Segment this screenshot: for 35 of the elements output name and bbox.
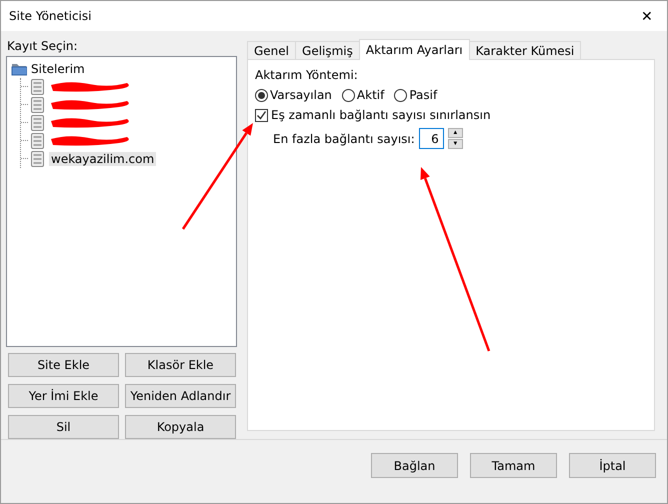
action-button[interactable]: Site Ekle: [8, 353, 119, 377]
tab[interactable]: Aktarım Ayarları: [358, 39, 470, 60]
radio-button[interactable]: [394, 88, 408, 102]
close-button[interactable]: ✕: [627, 8, 667, 24]
number-field[interactable]: 6: [418, 128, 444, 149]
dialog-button[interactable]: Tamam: [470, 453, 557, 478]
server-icon: [30, 96, 45, 113]
server-icon: [30, 78, 45, 95]
tab[interactable]: Gelişmiş: [295, 41, 360, 59]
section-label: Aktarım Yöntemi:: [255, 68, 358, 82]
tree-item[interactable]: Sitelerim: [31, 62, 85, 76]
action-button[interactable]: Kopyala: [125, 415, 236, 439]
radio-label: Aktif: [356, 88, 384, 102]
radio-button[interactable]: [342, 88, 355, 102]
radio-label: Pasif: [409, 88, 438, 102]
checkbox-label: Eş zamanlı bağlantı sayısı sınırlansın: [271, 108, 491, 122]
dialog-button[interactable]: Bağlan: [371, 453, 458, 478]
action-button[interactable]: Klasör Ekle: [125, 353, 236, 377]
tree-label: Kayıt Seçin:: [7, 39, 78, 53]
field-label: En fazla bağlantı sayısı:: [273, 132, 415, 146]
tab[interactable]: Karakter Kümesi: [468, 41, 582, 59]
dialog-button[interactable]: İptal: [569, 453, 656, 478]
folder-icon: [11, 61, 27, 76]
radio-button[interactable]: [255, 88, 268, 102]
server-icon: [30, 114, 45, 131]
server-icon: [30, 150, 45, 167]
checkbox[interactable]: [255, 108, 268, 122]
action-button[interactable]: Sil: [8, 415, 119, 439]
tab[interactable]: Genel: [247, 41, 296, 59]
window-title: Site Yöneticisi: [9, 9, 92, 23]
server-icon: [30, 132, 45, 149]
action-button[interactable]: Yeniden Adlandır: [125, 384, 236, 408]
tree-item[interactable]: wekayazilim.com: [49, 152, 156, 166]
action-button[interactable]: Yer İmi Ekle: [8, 384, 119, 408]
radio-label: Varsayılan: [270, 88, 332, 102]
